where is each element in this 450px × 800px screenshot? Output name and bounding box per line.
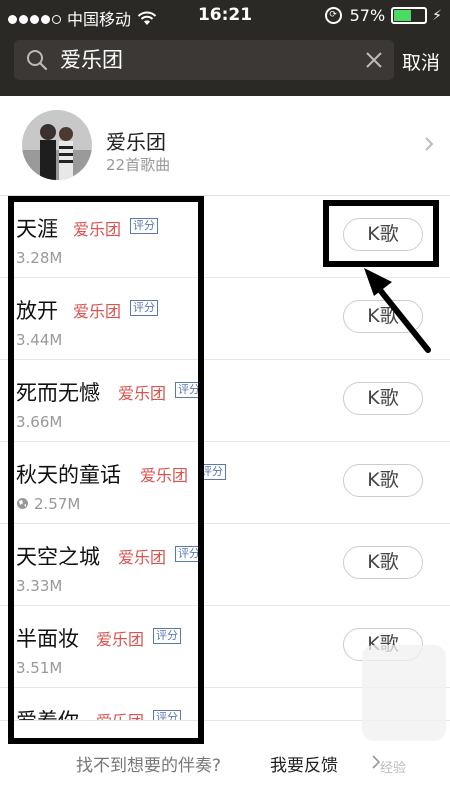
search-icon [27,50,48,71]
battery-percent: 57% [349,6,386,25]
clear-icon[interactable] [364,50,384,70]
chevron-right-icon [372,755,380,769]
battery-icon [391,7,428,24]
artist-name: 爱乐团 [106,130,166,154]
feedback-link[interactable]: 我要反馈 [270,751,338,776]
search-bar: 爱乐团 取消 [0,32,450,96]
search-box[interactable]: 爱乐团 [14,40,394,80]
watermark-overlay [362,645,446,741]
k-song-button[interactable]: K歌 [343,464,423,497]
footer-hint: 找不到想要的伴奏? [76,756,222,776]
artist-row[interactable]: 爱乐团 22首歌曲 [0,96,450,196]
status-right: ⟳ 57% ⚡ [324,6,442,25]
status-bar: 中国移动 16:21 ⟳ 57% ⚡ [0,0,450,32]
cancel-button[interactable]: 取消 [402,48,440,75]
k-song-button[interactable]: K歌 [343,300,423,333]
chevron-right-icon [425,137,434,151]
artist-song-count: 22首歌曲 [106,156,171,174]
k-song-button[interactable]: K歌 [343,546,423,579]
annotation-box-k-button [323,200,439,267]
annotation-box-list [8,196,204,744]
k-song-button[interactable]: K歌 [343,382,423,415]
charging-icon: ⚡ [432,7,442,24]
rotation-lock-icon: ⟳ [324,7,342,24]
avatar [22,110,92,180]
search-input[interactable]: 爱乐团 [60,45,340,75]
watermark-text: 经验 [380,761,407,776]
